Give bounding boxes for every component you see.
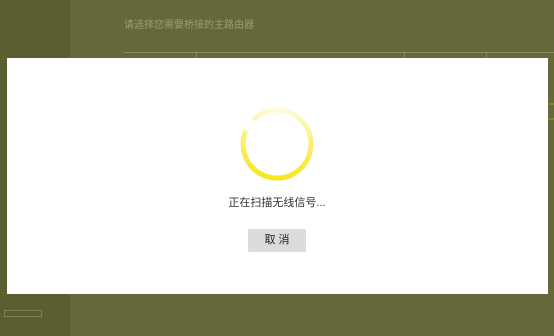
scan-status-text: 正在扫描无线信号...	[228, 197, 326, 209]
background-sidebar-field	[4, 310, 42, 317]
cancel-button[interactable]: 取 消	[248, 229, 306, 252]
background-edge-mark	[548, 103, 554, 105]
loading-spinner-icon	[240, 107, 314, 181]
background-edge-mark	[548, 118, 554, 120]
background-page-title: 请选择您需要桥接的主路由器	[124, 20, 254, 31]
